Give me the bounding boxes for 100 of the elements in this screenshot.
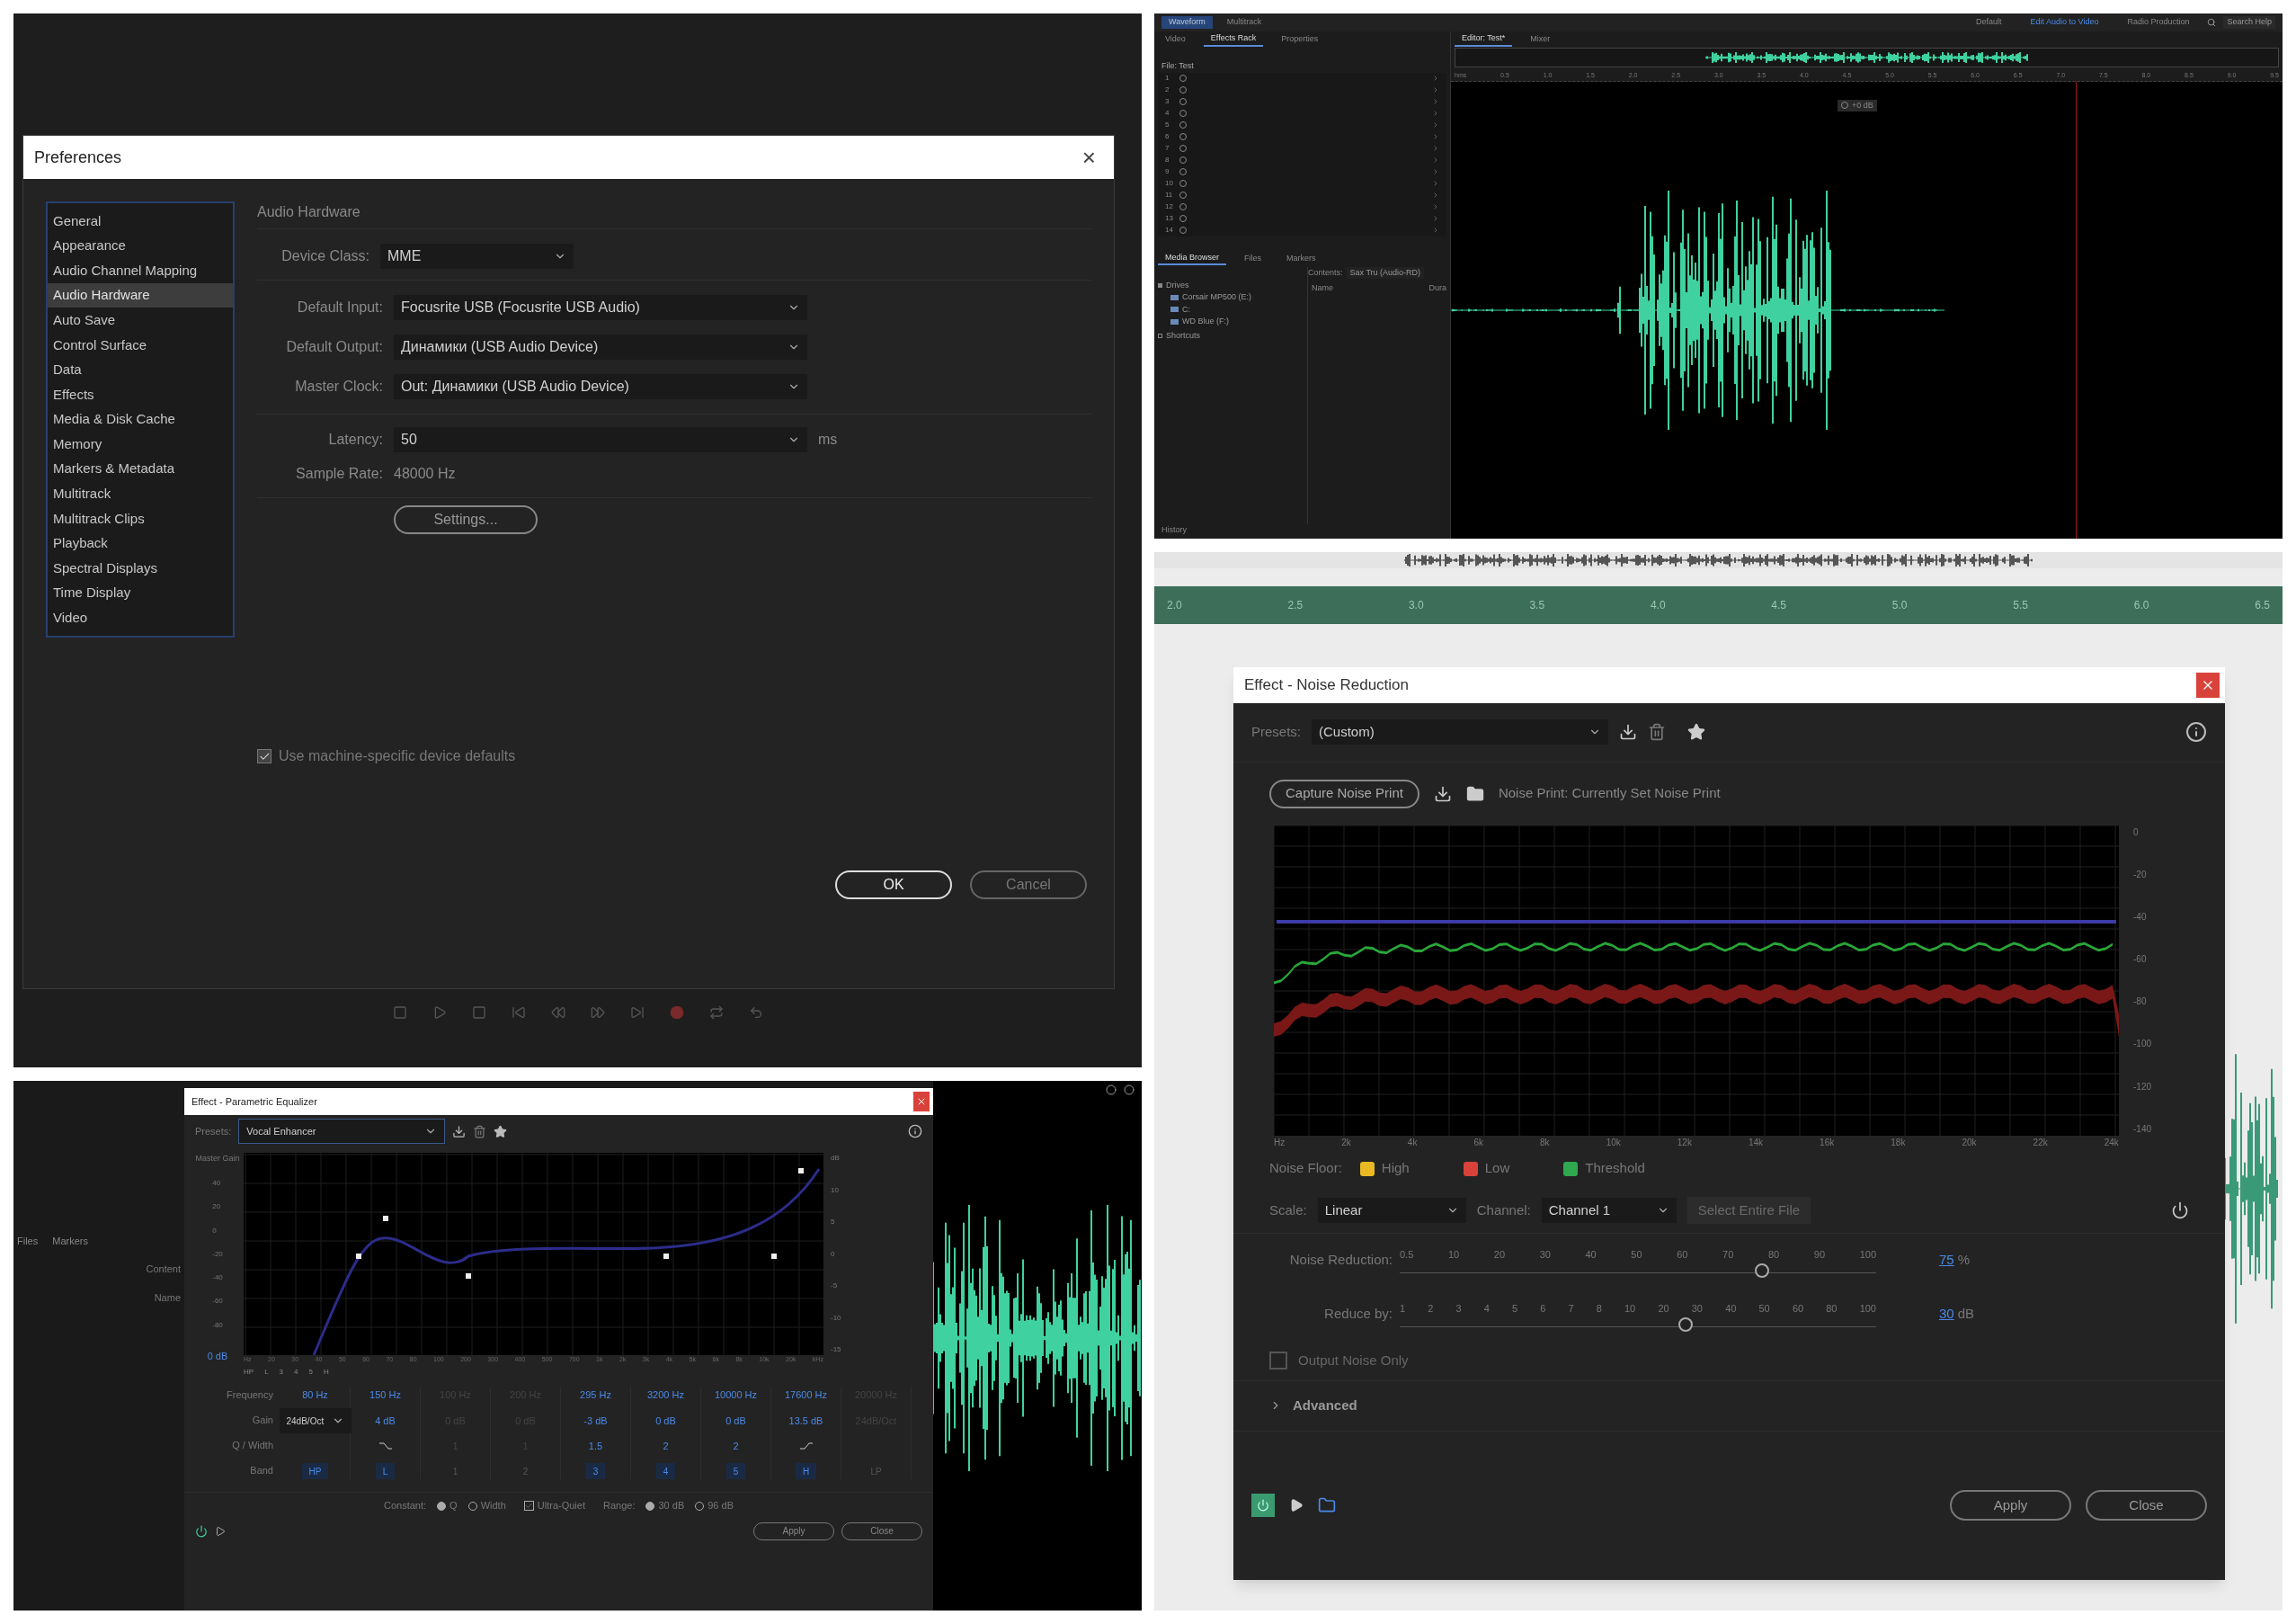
control-point[interactable] — [356, 1254, 361, 1260]
frequency-value[interactable]: 295 Hz — [580, 1388, 611, 1405]
close-button[interactable]: × — [1074, 146, 1103, 169]
panel-tab[interactable]: Files — [17, 1234, 39, 1249]
panel-tab[interactable]: Effects Rack — [1203, 32, 1264, 47]
ok-button[interactable]: OK — [835, 870, 952, 899]
play-icon[interactable] — [215, 1525, 226, 1537]
workspace-item[interactable]: Edit Audio to Video — [2019, 16, 2110, 29]
rewind-icon[interactable] — [550, 1005, 565, 1020]
skip-forward-icon[interactable] — [629, 1005, 645, 1020]
control-point[interactable] — [798, 1168, 804, 1174]
star-icon[interactable] — [494, 1124, 508, 1138]
skip-back-icon[interactable] — [511, 1005, 526, 1020]
band-toggle[interactable]: 4 — [655, 1463, 676, 1480]
power-button[interactable] — [1251, 1494, 1275, 1518]
category-item[interactable]: Playback — [48, 531, 233, 557]
workspace-item[interactable]: Radio Production — [2116, 16, 2201, 29]
close-button[interactable] — [2196, 672, 2220, 698]
category-item[interactable]: Multitrack — [48, 481, 233, 507]
category-item[interactable]: Spectral Displays — [48, 556, 233, 581]
band-toggle[interactable]: H — [795, 1463, 817, 1480]
gain-value[interactable]: -3 dB — [583, 1414, 608, 1429]
panel-tab[interactable]: Files — [1237, 252, 1269, 265]
disclosure-icon[interactable] — [1158, 282, 1162, 288]
category-item[interactable]: Appearance — [48, 233, 233, 259]
section-toggle[interactable]: Advanced — [1293, 1395, 1357, 1416]
capture-noise-print-button[interactable]: Capture Noise Print — [1269, 779, 1419, 808]
device-dropdown[interactable]: Динамики (USB Audio Device) — [394, 335, 807, 360]
star-icon[interactable] — [1687, 723, 1706, 742]
workspace-tab[interactable]: Waveform — [1161, 16, 1213, 29]
category-item[interactable]: Data — [48, 357, 233, 383]
save-icon[interactable] — [1433, 784, 1452, 803]
frequency-value[interactable]: 80 Hz — [302, 1388, 328, 1405]
frequency-value[interactable]: 10000 Hz — [714, 1388, 758, 1405]
slider-value[interactable]: 30 — [1939, 1304, 1954, 1325]
device-class-dropdown[interactable]: MME — [380, 244, 574, 269]
presets-dropdown[interactable]: (Custom) — [1312, 719, 1609, 745]
save-preset-icon[interactable] — [452, 1124, 467, 1138]
tree-item[interactable]: Corsair MP500 (E:) — [1182, 291, 1252, 304]
gain-value[interactable]: 13.5 dB — [788, 1414, 823, 1429]
close-button[interactable]: Close — [2086, 1490, 2207, 1521]
category-item[interactable]: Video — [48, 605, 233, 631]
category-item[interactable]: Media & Disk Cache — [48, 406, 233, 433]
presets-dropdown[interactable]: Vocal Enhancer — [238, 1119, 446, 1145]
loop-icon[interactable] — [708, 1005, 724, 1020]
channel-dropdown[interactable]: Channel 1 — [1541, 1198, 1677, 1224]
band-toggle[interactable]: 5 — [725, 1463, 746, 1480]
category-item[interactable]: Multitrack Clips — [48, 506, 233, 531]
tree-item[interactable]: WD Blue (F:) — [1182, 316, 1229, 328]
gain-value[interactable]: 0 dB — [725, 1414, 746, 1429]
editor-tab[interactable]: Mixer — [1523, 33, 1558, 46]
slope-dropdown[interactable]: 24dB/Oct — [279, 1408, 352, 1434]
device-dropdown[interactable]: Focusrite USB (Focusrite USB Audio) — [394, 295, 807, 320]
info-icon[interactable] — [908, 1124, 922, 1139]
frequency-value[interactable]: 17600 Hz — [784, 1388, 828, 1405]
radio-option[interactable]: Q — [437, 1498, 458, 1513]
power-icon[interactable] — [2171, 1201, 2189, 1220]
delete-icon[interactable] — [473, 1124, 487, 1138]
panel-tab[interactable]: Media Browser — [1158, 251, 1227, 266]
editor-tab[interactable]: Editor: Test* — [1455, 32, 1513, 47]
category-item[interactable]: Effects — [48, 382, 233, 407]
radio-option[interactable]: 30 dB — [645, 1498, 685, 1513]
folder-icon[interactable] — [1465, 784, 1484, 803]
control-point[interactable] — [466, 1273, 471, 1280]
cancel-button[interactable]: Cancel — [970, 870, 1087, 899]
category-item[interactable]: Auto Save — [48, 308, 233, 333]
band-toggle[interactable]: HP — [301, 1463, 329, 1480]
scale-dropdown[interactable]: Linear — [1317, 1198, 1466, 1224]
radio-option[interactable]: 96 dB — [695, 1498, 734, 1513]
panel-tab[interactable]: Markers — [1279, 252, 1323, 265]
radio-option[interactable]: Width — [467, 1498, 506, 1513]
search-icon[interactable] — [2207, 18, 2217, 27]
band-toggle[interactable]: 3 — [585, 1463, 606, 1480]
band-toggle[interactable]: L — [375, 1463, 396, 1480]
latency-dropdown[interactable]: 50 — [394, 427, 807, 452]
slider-value[interactable]: 75 — [1939, 1250, 1954, 1271]
gain-value[interactable]: 0 dB — [655, 1414, 676, 1429]
disclosure-icon[interactable] — [1158, 333, 1162, 338]
contents-dropdown[interactable]: Sax Tru (Audio-RD) — [1346, 266, 1425, 279]
settings-button[interactable]: Settings... — [394, 505, 538, 534]
delete-icon[interactable] — [1648, 723, 1667, 742]
frequency-value[interactable]: 3200 Hz — [647, 1388, 684, 1405]
checkbox[interactable]: Ultra-Quiet — [523, 1498, 585, 1513]
frequency-value[interactable]: 150 Hz — [369, 1388, 401, 1405]
power-icon[interactable] — [195, 1524, 208, 1538]
panel-tab[interactable]: Markers — [52, 1234, 88, 1249]
panel-tab[interactable]: Video — [1158, 33, 1193, 46]
category-item[interactable]: Memory — [48, 432, 233, 457]
panel-tab[interactable]: History — [1154, 524, 1450, 537]
apply-button[interactable]: Apply — [1950, 1490, 2071, 1521]
info-icon[interactable] — [2185, 721, 2207, 744]
category-item[interactable]: Markers & Metadata — [48, 456, 233, 482]
device-dropdown[interactable]: Out: Динамики (USB Audio Device) — [394, 374, 807, 399]
checkbox[interactable] — [257, 749, 271, 763]
tree-item[interactable]: Shortcuts — [1166, 329, 1201, 342]
tree-item[interactable]: Drives — [1166, 279, 1189, 291]
control-point[interactable] — [663, 1254, 669, 1260]
tree-item[interactable]: C: — [1182, 303, 1190, 316]
control-point[interactable] — [383, 1216, 388, 1222]
slider-thumb[interactable] — [1678, 1316, 1693, 1332]
